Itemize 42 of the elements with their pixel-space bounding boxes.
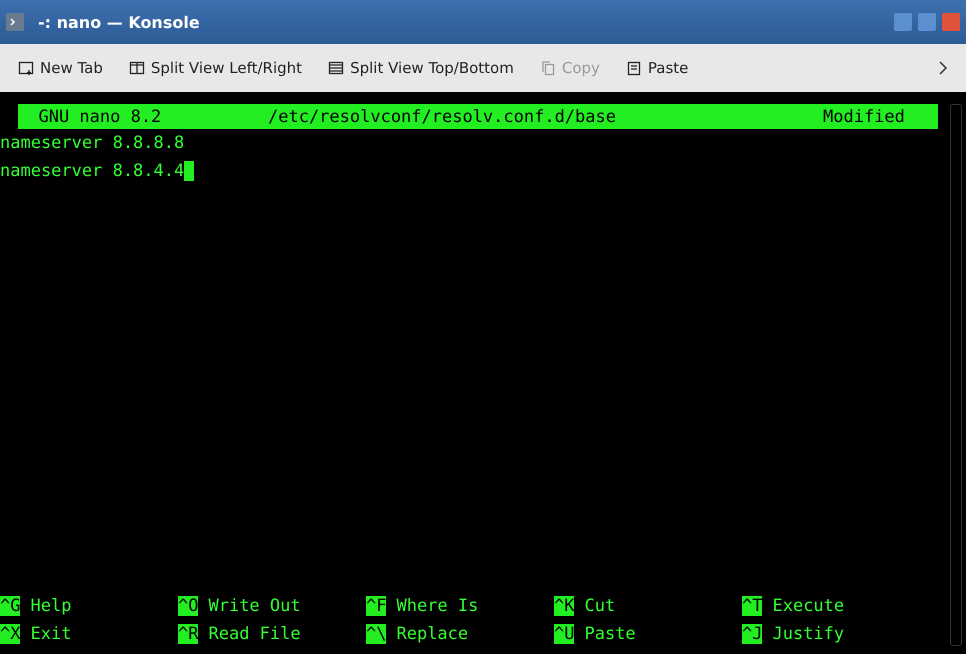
shortcut-label: Justify <box>772 624 844 644</box>
minimize-button[interactable] <box>894 13 912 31</box>
split-columns-icon <box>128 60 145 76</box>
chevron-right-icon[interactable] <box>938 60 948 76</box>
file-line: nameserver 8.8.4.4 <box>0 161 184 181</box>
copy-icon <box>540 60 556 76</box>
shortcut-key: ^F <box>366 596 386 616</box>
close-button[interactable] <box>942 13 960 31</box>
shortcut-label: Cut <box>584 596 616 616</box>
file-line: nameserver 8.8.8.8 <box>0 133 184 153</box>
shortcut-label: Paste <box>584 624 636 644</box>
split-rows-icon <box>328 60 344 76</box>
shortcut-label: Execute <box>772 596 844 616</box>
toolbar-button[interactable]: Split View Left/Right <box>128 59 302 77</box>
maximize-button[interactable] <box>918 13 936 31</box>
shortcut-label: Where Is <box>396 596 478 616</box>
shortcut-label: Exit <box>30 624 72 644</box>
toolbar-button[interactable]: Paste <box>626 59 688 77</box>
shortcut-key: ^K <box>554 596 574 616</box>
shortcut-label: Replace <box>396 624 468 644</box>
shortcut-label: Write Out <box>208 596 301 616</box>
shortcut-key: ^G <box>0 596 20 616</box>
text-cursor <box>184 161 194 181</box>
shortcut-key: ^R <box>178 624 198 644</box>
nano-version: GNU nano 8.2 <box>37 106 162 126</box>
scrollbar[interactable] <box>950 104 962 646</box>
window-title: -: nano — Konsole <box>38 12 200 32</box>
new-tab-icon <box>18 60 34 76</box>
shortcut-label: Help <box>30 596 72 616</box>
shortcut-key: ^T <box>742 596 762 616</box>
shortcut-key: ^\ <box>366 624 386 644</box>
clipboard-icon <box>626 60 642 76</box>
terminal-icon <box>6 13 24 31</box>
file-path: /etc/resolvconf/resolv.conf.d/base <box>268 106 617 126</box>
toolbar-button[interactable]: Split View Top/Bottom <box>328 59 514 77</box>
shortcut-key: ^X <box>0 624 20 644</box>
toolbar-button[interactable]: New Tab <box>18 59 103 77</box>
shortcut-label: Read File <box>208 624 301 644</box>
shortcut-key: ^O <box>178 596 198 616</box>
shortcut-key: ^J <box>742 624 762 644</box>
modified-status: Modified <box>823 106 905 126</box>
shortcut-key: ^U <box>554 624 574 644</box>
